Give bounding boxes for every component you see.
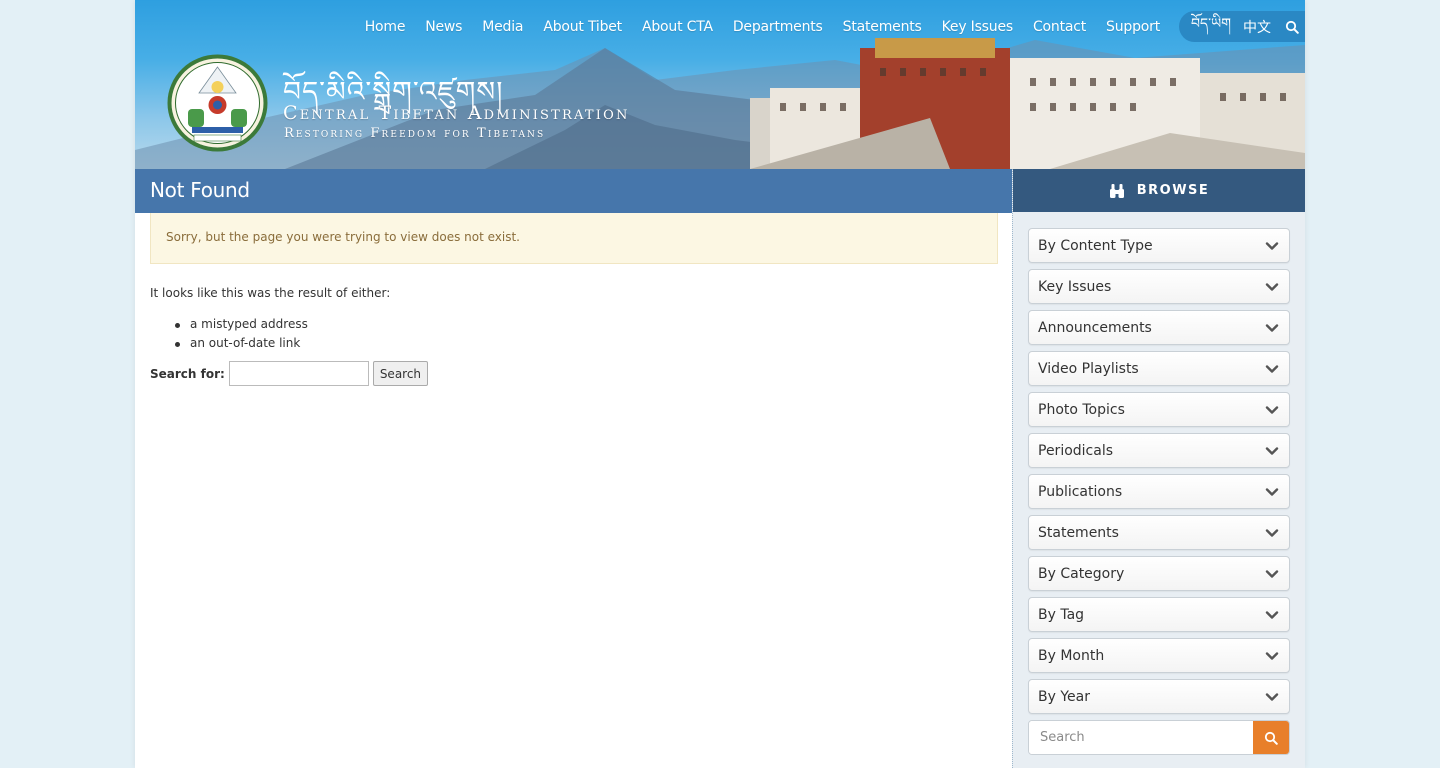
nav-about-tibet[interactable]: About Tibet	[533, 19, 632, 35]
accordion-by-category[interactable]: By Category	[1028, 556, 1290, 591]
accordion-statements[interactable]: Statements	[1028, 515, 1290, 550]
accordion-by-month[interactable]: By Month	[1028, 638, 1290, 673]
brand-title[interactable]: Central Tibetan Administration	[283, 102, 630, 124]
accordion-label: Photo Topics	[1038, 401, 1125, 418]
chevron-down-icon	[1265, 364, 1279, 373]
intro-text: It looks like this was the result of eit…	[150, 286, 391, 300]
chevron-down-icon	[1265, 405, 1279, 414]
search-form: Search for: Search	[150, 361, 429, 386]
list-item: an out-of-date link	[175, 334, 308, 353]
chevron-down-icon	[1265, 651, 1279, 660]
accordion-label: Announcements	[1038, 319, 1152, 336]
search-label: Search for:	[150, 366, 225, 381]
list-item: a mistyped address	[175, 315, 308, 334]
nav-key-issues[interactable]: Key Issues	[932, 19, 1023, 35]
cta-emblem-icon[interactable]	[166, 53, 269, 153]
binoculars-icon	[1109, 183, 1124, 198]
accordion-label: By Tag	[1038, 606, 1085, 623]
nav-support[interactable]: Support	[1096, 19, 1170, 35]
reasons-list: a mistyped address an out-of-date link	[175, 315, 308, 353]
not-found-notice: Sorry, but the page you were trying to v…	[150, 213, 998, 264]
chevron-down-icon	[1265, 446, 1279, 455]
nav-departments[interactable]: Departments	[723, 19, 833, 35]
browse-accordion: By Content Type Key Issues Announcements…	[1013, 212, 1305, 714]
sidebar-search	[1028, 720, 1290, 755]
lang-tibetan[interactable]: བོད་ཡིག	[1191, 7, 1231, 47]
nav-contact[interactable]: Contact	[1023, 19, 1096, 35]
page-title: Not Found	[135, 169, 1012, 213]
accordion-by-content-type[interactable]: By Content Type	[1028, 228, 1290, 263]
accordion-by-tag[interactable]: By Tag	[1028, 597, 1290, 632]
accordion-label: By Category	[1038, 565, 1125, 582]
search-icon[interactable]	[1285, 20, 1299, 34]
accordion-label: By Year	[1038, 688, 1090, 705]
accordion-photo-topics[interactable]: Photo Topics	[1028, 392, 1290, 427]
sidebar: BROWSE By Content Type Key Issues Announ…	[1012, 169, 1305, 768]
accordion-label: Statements	[1038, 524, 1119, 541]
language-switcher: བོད་ཡིག 中文	[1179, 11, 1305, 42]
brand-subtitle: Restoring Freedom for Tibetans	[284, 126, 546, 141]
page: Home News Media About Tibet About CTA De…	[135, 0, 1305, 768]
browse-header: BROWSE	[1013, 169, 1305, 212]
accordion-periodicals[interactable]: Periodicals	[1028, 433, 1290, 468]
chevron-down-icon	[1265, 487, 1279, 496]
accordion-label: Publications	[1038, 483, 1123, 500]
accordion-label: By Content Type	[1038, 237, 1153, 254]
chevron-down-icon	[1265, 241, 1279, 250]
accordion-video-playlists[interactable]: Video Playlists	[1028, 351, 1290, 386]
accordion-key-issues[interactable]: Key Issues	[1028, 269, 1290, 304]
sidebar-search-button[interactable]	[1253, 721, 1289, 754]
potala-palace-image	[750, 38, 1305, 169]
search-icon	[1264, 731, 1278, 745]
site-header: Home News Media About Tibet About CTA De…	[135, 0, 1305, 169]
chevron-down-icon	[1265, 528, 1279, 537]
nav-about-cta[interactable]: About CTA	[632, 19, 723, 35]
nav-statements[interactable]: Statements	[833, 19, 932, 35]
chevron-down-icon	[1265, 282, 1279, 291]
accordion-by-year[interactable]: By Year	[1028, 679, 1290, 714]
lang-chinese[interactable]: 中文	[1243, 17, 1271, 37]
accordion-publications[interactable]: Publications	[1028, 474, 1290, 509]
nav-home[interactable]: Home	[355, 19, 416, 35]
accordion-label: Video Playlists	[1038, 360, 1139, 377]
browse-label: BROWSE	[1136, 183, 1210, 198]
main-navigation: Home News Media About Tibet About CTA De…	[355, 13, 1170, 41]
nav-news[interactable]: News	[415, 19, 472, 35]
nav-media[interactable]: Media	[472, 19, 533, 35]
search-button[interactable]: Search	[372, 361, 429, 386]
accordion-label: By Month	[1038, 647, 1105, 664]
sidebar-search-input[interactable]	[1029, 721, 1253, 754]
accordion-announcements[interactable]: Announcements	[1028, 310, 1290, 345]
accordion-label: Key Issues	[1038, 278, 1112, 295]
chevron-down-icon	[1265, 323, 1279, 332]
chevron-down-icon	[1265, 610, 1279, 619]
accordion-label: Periodicals	[1038, 442, 1114, 459]
chevron-down-icon	[1265, 569, 1279, 578]
chevron-down-icon	[1265, 692, 1279, 701]
search-input[interactable]	[228, 361, 369, 386]
